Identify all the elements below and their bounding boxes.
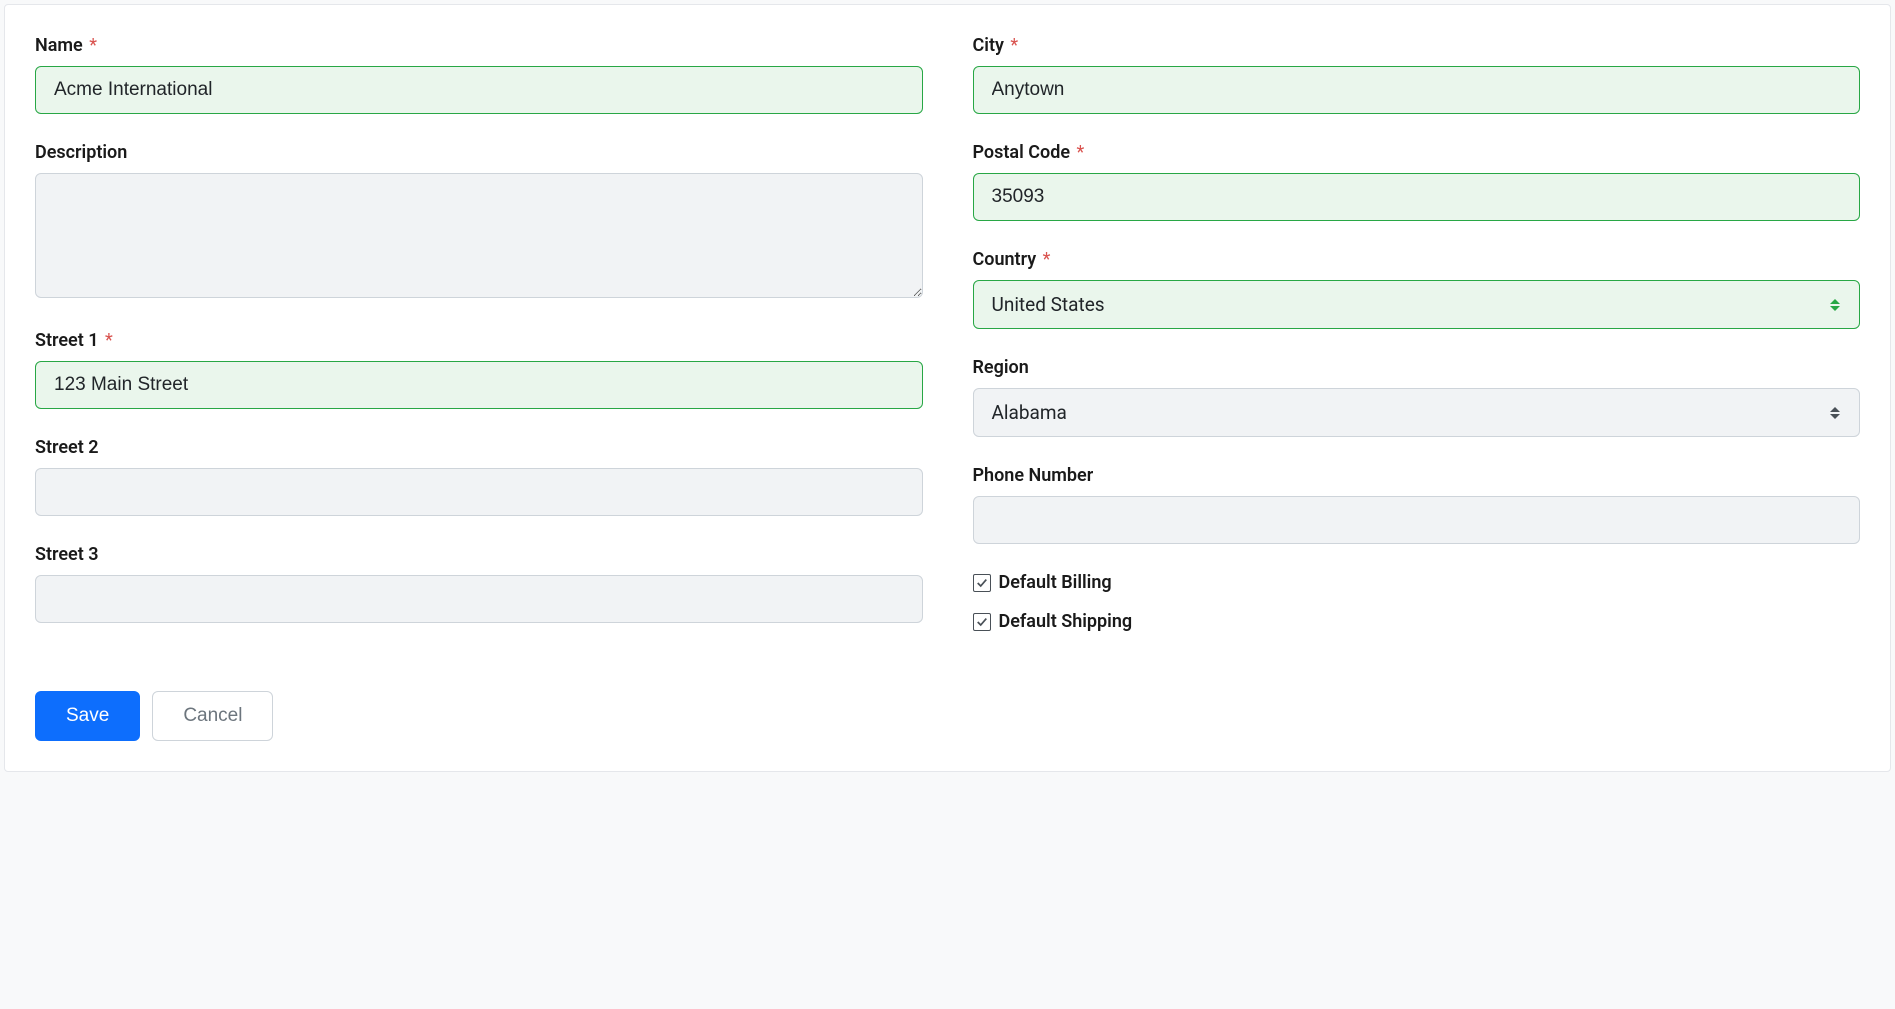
name-group: Name * <box>35 35 923 114</box>
default-billing-checkbox[interactable] <box>973 574 991 592</box>
street3-group: Street 3 <box>35 544 923 623</box>
required-asterisk: * <box>105 330 113 351</box>
name-label: Name * <box>35 35 923 56</box>
checkmark-icon <box>976 577 988 589</box>
phone-input[interactable] <box>973 496 1861 544</box>
default-shipping-label[interactable]: Default Shipping <box>999 611 1133 632</box>
region-group: Region Alabama <box>973 357 1861 437</box>
button-row: Save Cancel <box>35 691 923 741</box>
description-label: Description <box>35 142 923 163</box>
country-label: Country * <box>973 249 1861 270</box>
region-label: Region <box>973 357 1861 378</box>
country-group: Country * United States <box>973 249 1861 329</box>
phone-label: Phone Number <box>973 465 1861 486</box>
description-label-text: Description <box>35 142 127 163</box>
country-select-wrapper: United States <box>973 280 1861 329</box>
required-asterisk: * <box>1077 142 1085 163</box>
street2-label-text: Street 2 <box>35 437 99 458</box>
country-label-text: Country <box>973 249 1037 270</box>
city-label-text: City <box>973 35 1004 56</box>
street1-input[interactable] <box>35 361 923 409</box>
description-group: Description <box>35 142 923 302</box>
cancel-button[interactable]: Cancel <box>152 691 273 741</box>
default-shipping-group: Default Shipping <box>973 611 1861 632</box>
required-asterisk: * <box>1010 35 1018 56</box>
street2-group: Street 2 <box>35 437 923 516</box>
street3-label: Street 3 <box>35 544 923 565</box>
save-button[interactable]: Save <box>35 691 140 741</box>
street1-group: Street 1 * <box>35 330 923 409</box>
street1-label-text: Street 1 <box>35 330 99 351</box>
address-form: Name * Description Street 1 * Street 2 <box>4 4 1891 772</box>
name-label-text: Name <box>35 35 83 56</box>
checkmark-icon <box>976 616 988 628</box>
street3-label-text: Street 3 <box>35 544 99 565</box>
street3-input[interactable] <box>35 575 923 623</box>
city-input[interactable] <box>973 66 1861 114</box>
region-select-wrapper: Alabama <box>973 388 1861 437</box>
required-asterisk: * <box>89 35 97 56</box>
left-column: Name * Description Street 1 * Street 2 <box>35 35 923 741</box>
name-input[interactable] <box>35 66 923 114</box>
right-column: City * Postal Code * Country * United St… <box>973 35 1861 741</box>
city-group: City * <box>973 35 1861 114</box>
city-label: City * <box>973 35 1861 56</box>
description-textarea[interactable] <box>35 173 923 298</box>
postal-code-group: Postal Code * <box>973 142 1861 221</box>
street2-input[interactable] <box>35 468 923 516</box>
default-billing-label[interactable]: Default Billing <box>999 572 1112 593</box>
region-label-text: Region <box>973 357 1029 378</box>
required-asterisk: * <box>1043 249 1051 270</box>
country-select[interactable]: United States <box>973 280 1861 329</box>
street2-label: Street 2 <box>35 437 923 458</box>
default-billing-group: Default Billing <box>973 572 1861 593</box>
street1-label: Street 1 * <box>35 330 923 351</box>
default-shipping-checkbox[interactable] <box>973 613 991 631</box>
phone-label-text: Phone Number <box>973 465 1094 486</box>
phone-group: Phone Number <box>973 465 1861 544</box>
postal-code-label-text: Postal Code <box>973 142 1071 163</box>
region-select[interactable]: Alabama <box>973 388 1861 437</box>
postal-code-label: Postal Code * <box>973 142 1861 163</box>
postal-code-input[interactable] <box>973 173 1861 221</box>
